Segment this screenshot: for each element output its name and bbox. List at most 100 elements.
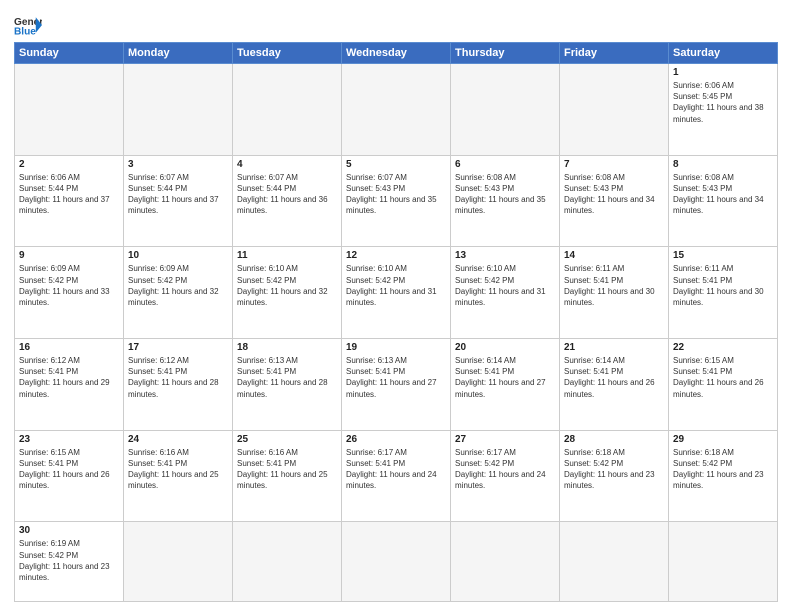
- day-number: 24: [128, 434, 228, 445]
- calendar-cell: 17 Sunrise: 6:12 AMSunset: 5:41 PMDayligh…: [124, 339, 233, 431]
- calendar-cell: 21 Sunrise: 6:14 AMSunset: 5:41 PMDayligh…: [560, 339, 669, 431]
- calendar-cell: 2 Sunrise: 6:06 AMSunset: 5:44 PMDaylight…: [15, 155, 124, 247]
- calendar-cell: 23 Sunrise: 6:15 AMSunset: 5:41 PMDayligh…: [15, 430, 124, 522]
- day-info: Sunrise: 6:10 AMSunset: 5:42 PMDaylight:…: [455, 264, 546, 307]
- calendar-week-2: 2 Sunrise: 6:06 AMSunset: 5:44 PMDaylight…: [15, 155, 778, 247]
- day-number: 2: [19, 159, 119, 170]
- calendar-cell: [342, 64, 451, 156]
- calendar-cell: 22 Sunrise: 6:15 AMSunset: 5:41 PMDayligh…: [669, 339, 778, 431]
- day-number: 28: [564, 434, 664, 445]
- day-number: 4: [237, 159, 337, 170]
- day-info: Sunrise: 6:08 AMSunset: 5:43 PMDaylight:…: [564, 173, 655, 216]
- day-info: Sunrise: 6:15 AMSunset: 5:41 PMDaylight:…: [673, 356, 764, 399]
- day-number: 15: [673, 250, 773, 261]
- calendar-cell: 28 Sunrise: 6:18 AMSunset: 5:42 PMDayligh…: [560, 430, 669, 522]
- day-info: Sunrise: 6:11 AMSunset: 5:41 PMDaylight:…: [673, 264, 764, 307]
- day-info: Sunrise: 6:09 AMSunset: 5:42 PMDaylight:…: [128, 264, 219, 307]
- day-info: Sunrise: 6:10 AMSunset: 5:42 PMDaylight:…: [346, 264, 437, 307]
- day-info: Sunrise: 6:13 AMSunset: 5:41 PMDaylight:…: [346, 356, 437, 399]
- day-info: Sunrise: 6:11 AMSunset: 5:41 PMDaylight:…: [564, 264, 655, 307]
- calendar-cell: 5 Sunrise: 6:07 AMSunset: 5:43 PMDaylight…: [342, 155, 451, 247]
- day-info: Sunrise: 6:17 AMSunset: 5:41 PMDaylight:…: [346, 448, 437, 491]
- day-number: 22: [673, 342, 773, 353]
- day-number: 13: [455, 250, 555, 261]
- calendar-cell: [233, 64, 342, 156]
- day-info: Sunrise: 6:08 AMSunset: 5:43 PMDaylight:…: [455, 173, 546, 216]
- calendar-cell: 10Sunrise: 6:09 AMSunset: 5:42 PMDayligh…: [124, 247, 233, 339]
- calendar-table: SundayMondayTuesdayWednesdayThursdayFrid…: [14, 42, 778, 602]
- day-number: 9: [19, 250, 119, 261]
- day-info: Sunrise: 6:13 AMSunset: 5:41 PMDaylight:…: [237, 356, 328, 399]
- day-info: Sunrise: 6:07 AMSunset: 5:44 PMDaylight:…: [128, 173, 219, 216]
- calendar-week-1: 1 Sunrise: 6:06 AMSunset: 5:45 PMDaylight…: [15, 64, 778, 156]
- calendar-page: General Blue SundayMondayTuesdayWednesda…: [0, 0, 792, 612]
- calendar-cell: 27Sunrise: 6:17 AMSunset: 5:42 PMDayligh…: [451, 430, 560, 522]
- calendar-cell: 24Sunrise: 6:16 AMSunset: 5:41 PMDayligh…: [124, 430, 233, 522]
- calendar-cell: [124, 64, 233, 156]
- weekday-header-thursday: Thursday: [451, 43, 560, 64]
- day-info: Sunrise: 6:06 AMSunset: 5:44 PMDaylight:…: [19, 173, 110, 216]
- calendar-cell: 16 Sunrise: 6:12 AMSunset: 5:41 PMDayligh…: [15, 339, 124, 431]
- weekday-header-tuesday: Tuesday: [233, 43, 342, 64]
- day-info: Sunrise: 6:15 AMSunset: 5:41 PMDaylight:…: [19, 448, 110, 491]
- calendar-cell: 19 Sunrise: 6:13 AMSunset: 5:41 PMDayligh…: [342, 339, 451, 431]
- calendar-cell: 9 Sunrise: 6:09 AMSunset: 5:42 PMDaylight…: [15, 247, 124, 339]
- day-info: Sunrise: 6:14 AMSunset: 5:41 PMDaylight:…: [455, 356, 546, 399]
- calendar-cell: 25Sunrise: 6:16 AMSunset: 5:41 PMDayligh…: [233, 430, 342, 522]
- calendar-cell: 15 Sunrise: 6:11 AMSunset: 5:41 PMDayligh…: [669, 247, 778, 339]
- day-number: 3: [128, 159, 228, 170]
- calendar-week-6: 30Sunrise: 6:19 AMSunset: 5:42 PMDayligh…: [15, 522, 778, 602]
- calendar-cell: 8 Sunrise: 6:08 AMSunset: 5:43 PMDaylight…: [669, 155, 778, 247]
- day-info: Sunrise: 6:19 AMSunset: 5:42 PMDaylight:…: [19, 539, 110, 582]
- day-info: Sunrise: 6:16 AMSunset: 5:41 PMDaylight:…: [237, 448, 328, 491]
- day-number: 6: [455, 159, 555, 170]
- calendar-cell: [233, 522, 342, 602]
- day-number: 16: [19, 342, 119, 353]
- calendar-cell: 6 Sunrise: 6:08 AMSunset: 5:43 PMDaylight…: [451, 155, 560, 247]
- calendar-cell: 18 Sunrise: 6:13 AMSunset: 5:41 PMDayligh…: [233, 339, 342, 431]
- day-number: 18: [237, 342, 337, 353]
- weekday-header-friday: Friday: [560, 43, 669, 64]
- calendar-cell: 29Sunrise: 6:18 AMSunset: 5:42 PMDayligh…: [669, 430, 778, 522]
- day-number: 19: [346, 342, 446, 353]
- day-info: Sunrise: 6:12 AMSunset: 5:41 PMDaylight:…: [128, 356, 219, 399]
- day-info: Sunrise: 6:18 AMSunset: 5:42 PMDaylight:…: [564, 448, 655, 491]
- calendar-cell: [342, 522, 451, 602]
- calendar-cell: 7 Sunrise: 6:08 AMSunset: 5:43 PMDaylight…: [560, 155, 669, 247]
- calendar-cell: [451, 64, 560, 156]
- day-number: 8: [673, 159, 773, 170]
- day-info: Sunrise: 6:10 AMSunset: 5:42 PMDaylight:…: [237, 264, 328, 307]
- calendar-cell: 13 Sunrise: 6:10 AMSunset: 5:42 PMDayligh…: [451, 247, 560, 339]
- calendar-cell: [560, 522, 669, 602]
- calendar-cell: 4 Sunrise: 6:07 AMSunset: 5:44 PMDaylight…: [233, 155, 342, 247]
- day-info: Sunrise: 6:12 AMSunset: 5:41 PMDaylight:…: [19, 356, 110, 399]
- day-number: 12: [346, 250, 446, 261]
- day-number: 1: [673, 67, 773, 78]
- day-info: Sunrise: 6:07 AMSunset: 5:43 PMDaylight:…: [346, 173, 437, 216]
- calendar-cell: 30Sunrise: 6:19 AMSunset: 5:42 PMDayligh…: [15, 522, 124, 602]
- calendar-cell: 20Sunrise: 6:14 AMSunset: 5:41 PMDayligh…: [451, 339, 560, 431]
- calendar-cell: 3 Sunrise: 6:07 AMSunset: 5:44 PMDaylight…: [124, 155, 233, 247]
- day-info: Sunrise: 6:17 AMSunset: 5:42 PMDaylight:…: [455, 448, 546, 491]
- weekday-header-saturday: Saturday: [669, 43, 778, 64]
- calendar-week-5: 23 Sunrise: 6:15 AMSunset: 5:41 PMDayligh…: [15, 430, 778, 522]
- day-number: 11: [237, 250, 337, 261]
- day-info: Sunrise: 6:09 AMSunset: 5:42 PMDaylight:…: [19, 264, 110, 307]
- day-info: Sunrise: 6:06 AMSunset: 5:45 PMDaylight:…: [673, 81, 764, 124]
- calendar-cell: 11 Sunrise: 6:10 AMSunset: 5:42 PMDayligh…: [233, 247, 342, 339]
- calendar-cell: [560, 64, 669, 156]
- weekday-header-wednesday: Wednesday: [342, 43, 451, 64]
- day-number: 21: [564, 342, 664, 353]
- day-info: Sunrise: 6:18 AMSunset: 5:42 PMDaylight:…: [673, 448, 764, 491]
- day-number: 23: [19, 434, 119, 445]
- day-info: Sunrise: 6:14 AMSunset: 5:41 PMDaylight:…: [564, 356, 655, 399]
- day-info: Sunrise: 6:08 AMSunset: 5:43 PMDaylight:…: [673, 173, 764, 216]
- calendar-cell: 1 Sunrise: 6:06 AMSunset: 5:45 PMDaylight…: [669, 64, 778, 156]
- day-number: 17: [128, 342, 228, 353]
- day-number: 7: [564, 159, 664, 170]
- day-info: Sunrise: 6:07 AMSunset: 5:44 PMDaylight:…: [237, 173, 328, 216]
- day-number: 14: [564, 250, 664, 261]
- day-number: 5: [346, 159, 446, 170]
- calendar-cell: [669, 522, 778, 602]
- svg-text:Blue: Blue: [14, 26, 36, 36]
